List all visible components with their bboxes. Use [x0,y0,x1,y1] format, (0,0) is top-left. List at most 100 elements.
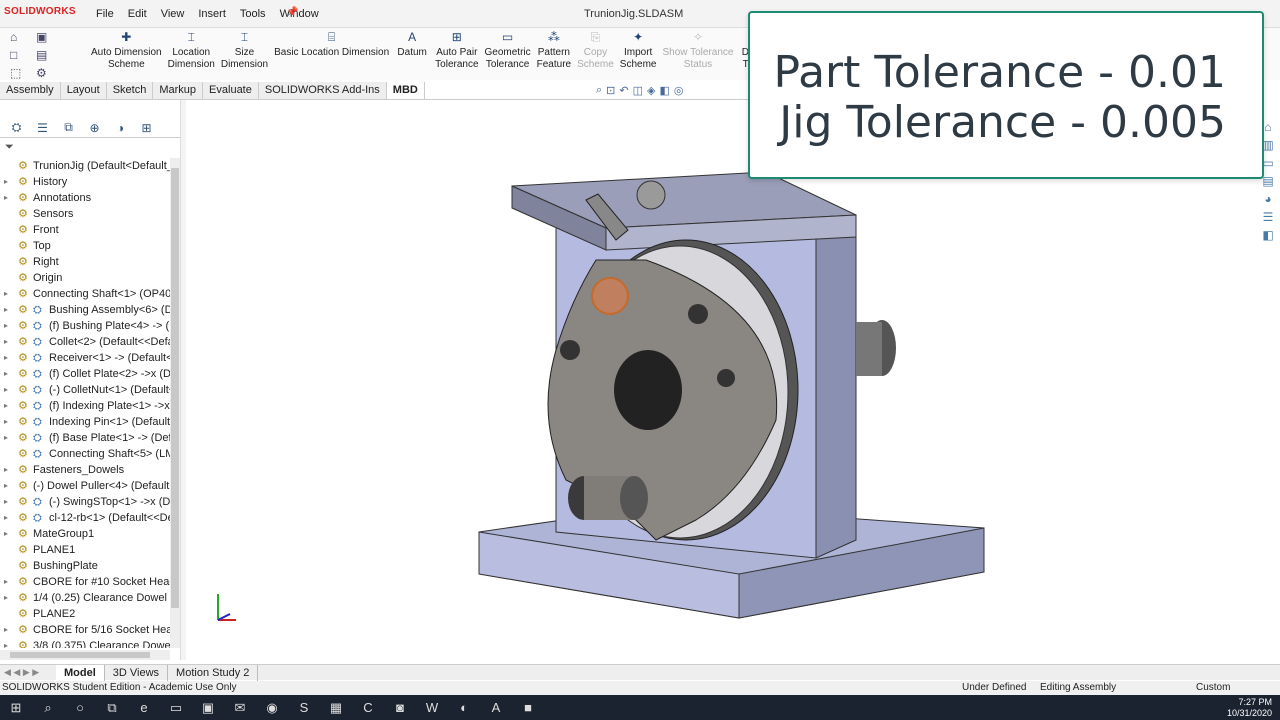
expand-arrow-icon[interactable]: ▸ [4,494,8,510]
hide-show-icon[interactable]: ◎ [674,84,684,97]
expand-arrow-icon[interactable]: ▸ [4,174,8,190]
expand-arrow-icon[interactable]: ▸ [4,590,8,606]
windows-start-icon[interactable]: ⊞ [0,700,32,716]
expand-arrow-icon[interactable]: ▸ [4,366,8,382]
tab-evaluate[interactable]: Evaluate [203,82,259,99]
status-units[interactable]: Custom [1196,681,1230,695]
expand-arrow-icon[interactable]: ▸ [4,286,8,302]
tab-assembly[interactable]: Assembly [0,82,61,99]
expand-arrow-icon[interactable]: ▸ [4,318,8,334]
dim-xpert-icon[interactable]: ⊕ [84,121,105,135]
camera-icon[interactable]: ◙ [384,700,416,715]
tab-nav-arrows[interactable]: ◀ ◀ ▶ ▶ [0,667,56,678]
display-manager-icon[interactable]: ◑ [110,121,131,135]
appearance-icon[interactable]: ◕ [1264,192,1271,206]
ribbon-button-6[interactable]: ▭ Geometric Tolerance [482,30,534,71]
tree-item[interactable]: ⚙ Front [0,222,170,238]
zoom-area-icon[interactable]: ⊡ [606,84,615,97]
tree-item[interactable]: ▸ ⚙ ⛭ Bushing Assembly<6> (De [0,302,170,318]
chrome-icon[interactable]: ◉ [256,700,288,716]
folder-icon[interactable]: ▭ [1262,156,1273,170]
explorer-icon[interactable]: ▭ [160,700,192,716]
save-icon[interactable]: ▣ [36,30,47,44]
tree-item[interactable]: ▸ ⚙ Connecting Shaft<1> (OP40<D [0,286,170,302]
select-icon[interactable]: ⬚ [10,66,21,80]
tree-item[interactable]: ▸ ⚙ ⛭ (-) SwingSTop<1> ->x (De [0,494,170,510]
expand-arrow-icon[interactable]: ▸ [4,190,8,206]
tab-addins[interactable]: SOLIDWORKS Add-Ins [258,82,387,99]
tree-item[interactable]: ⚙ BushingPlate [0,558,170,574]
search-icon[interactable]: ⌕ [32,700,64,716]
expand-arrow-icon[interactable]: ▸ [4,622,8,638]
ribbon-button-9[interactable]: ✦ Import Scheme [617,30,660,71]
tab-3d-views[interactable]: 3D Views [105,664,169,681]
expand-arrow-icon[interactable]: ▸ [4,398,8,414]
section-view-icon[interactable]: ◫ [633,84,643,97]
feature-tree-icon[interactable]: ⛭ [6,120,27,135]
tree-item[interactable]: ▸ ⚙ ⛭ (f) Base Plate<1> -> (Defa [0,430,170,446]
tree-item[interactable]: ⚙ Right [0,254,170,270]
tree-item[interactable]: ⚙ Origin [0,270,170,286]
tree-item[interactable]: ⚙ TrunionJig (Default<Default_D [0,158,170,174]
tree-item[interactable]: ⚙ ⛭ Connecting Shaft<5> (LMC [0,446,170,462]
properties-icon[interactable]: ☰ [1263,210,1274,224]
tree-item[interactable]: ⚙ PLANE2 [0,606,170,622]
menu-file[interactable]: File [96,8,114,20]
expand-arrow-icon[interactable]: ▸ [4,526,8,542]
acrobat-icon[interactable]: A [480,700,512,715]
cortana-icon[interactable]: ○ [64,700,96,715]
expand-arrow-icon[interactable]: ▸ [4,334,8,350]
solidworks-logo[interactable]: SOLIDWORKS [4,6,76,17]
tree-item[interactable]: ▸ ⚙ Fasteners_Dowels [0,462,170,478]
gear-icon[interactable]: ⚙ [36,66,47,80]
tree-item[interactable]: ▸ ⚙ 3/8 (0.375) Clearance Dowel H [0,638,170,648]
expand-arrow-icon[interactable]: ▸ [4,510,8,526]
expand-arrow-icon[interactable]: ▸ [4,478,8,494]
display-style-icon[interactable]: ◧ [659,84,669,97]
resources-icon[interactable]: ▥ [1262,138,1273,152]
edge-icon[interactable]: e [128,700,160,715]
expand-arrow-icon[interactable]: ▸ [4,638,8,648]
previous-view-icon[interactable]: ↶ [619,84,628,97]
ribbon-button-8[interactable]: ⎘ Copy Scheme [574,30,617,71]
tree-item[interactable]: ▸ ⚙ ⛭ Collet<2> (Default<<Defa [0,334,170,350]
word-icon[interactable]: W [416,700,448,715]
tab-markup[interactable]: Markup [153,82,204,99]
system-clock[interactable]: 7:27 PM 10/31/2020 [1227,697,1272,719]
pin-icon[interactable]: 📌 [286,7,298,18]
forum-icon[interactable]: ◧ [1262,228,1273,242]
menu-view[interactable]: View [161,8,185,20]
tab-motion-study[interactable]: Motion Study 2 [168,664,259,681]
menu-tools[interactable]: Tools [240,8,266,20]
sw-pdm-icon[interactable]: ▦ [320,700,352,716]
tree-item[interactable]: ▸ ⚙ CBORE for 5/16 Socket Head C [0,622,170,638]
config-manager-icon[interactable]: ⧉ [58,120,79,135]
tree-item[interactable]: ▸ ⚙ Annotations [0,190,170,206]
tree-item[interactable]: ▸ ⚙ 1/4 (0.25) Clearance Dowel Ho [0,590,170,606]
tree-item[interactable]: ▸ ⚙ ⛭ Receiver<1> -> (Default< [0,350,170,366]
jig-model[interactable] [186,100,1256,662]
ribbon-button-0[interactable]: ✚ Auto Dimension Scheme [88,30,165,71]
home-icon[interactable]: ⌂ [1264,120,1271,134]
home-icon[interactable]: ⌂ [10,30,17,44]
ribbon-button-2[interactable]: ⌶ Size Dimension [218,30,271,71]
tree-scrollbar[interactable] [170,158,180,648]
task-view-icon[interactable]: ⧉ [96,700,128,716]
camtasia-icon[interactable]: C [352,700,384,715]
tree-item[interactable]: ⚙ Top [0,238,170,254]
tree-hscrollbar[interactable] [0,650,170,660]
ribbon-button-3[interactable]: ⌸ Basic Location Dimension [271,30,392,71]
tree-item[interactable]: ▸ ⚙ ⛭ (-) ColletNut<1> (Default< [0,382,170,398]
tab-mbd[interactable]: MBD [386,82,425,99]
mbd-tab-icon[interactable]: ⊞ [136,121,157,135]
ribbon-button-10[interactable]: ✧ Show Tolerance Status [659,30,736,71]
tree-item[interactable]: ▸ ⚙ ⛭ (f) Indexing Plate<1> ->x ( [0,398,170,414]
view-orientation-icon[interactable]: ◈ [647,84,655,97]
tree-item[interactable]: ⚙ Sensors [0,206,170,222]
menu-insert[interactable]: Insert [198,8,226,20]
tree-item[interactable]: ▸ ⚙ (-) Dowel Puller<4> (Default< [0,478,170,494]
ribbon-button-4[interactable]: A Datum [392,30,432,71]
graphics-area[interactable] [186,100,1256,662]
menu-edit[interactable]: Edit [128,8,147,20]
tab-model[interactable]: Model [56,664,105,681]
